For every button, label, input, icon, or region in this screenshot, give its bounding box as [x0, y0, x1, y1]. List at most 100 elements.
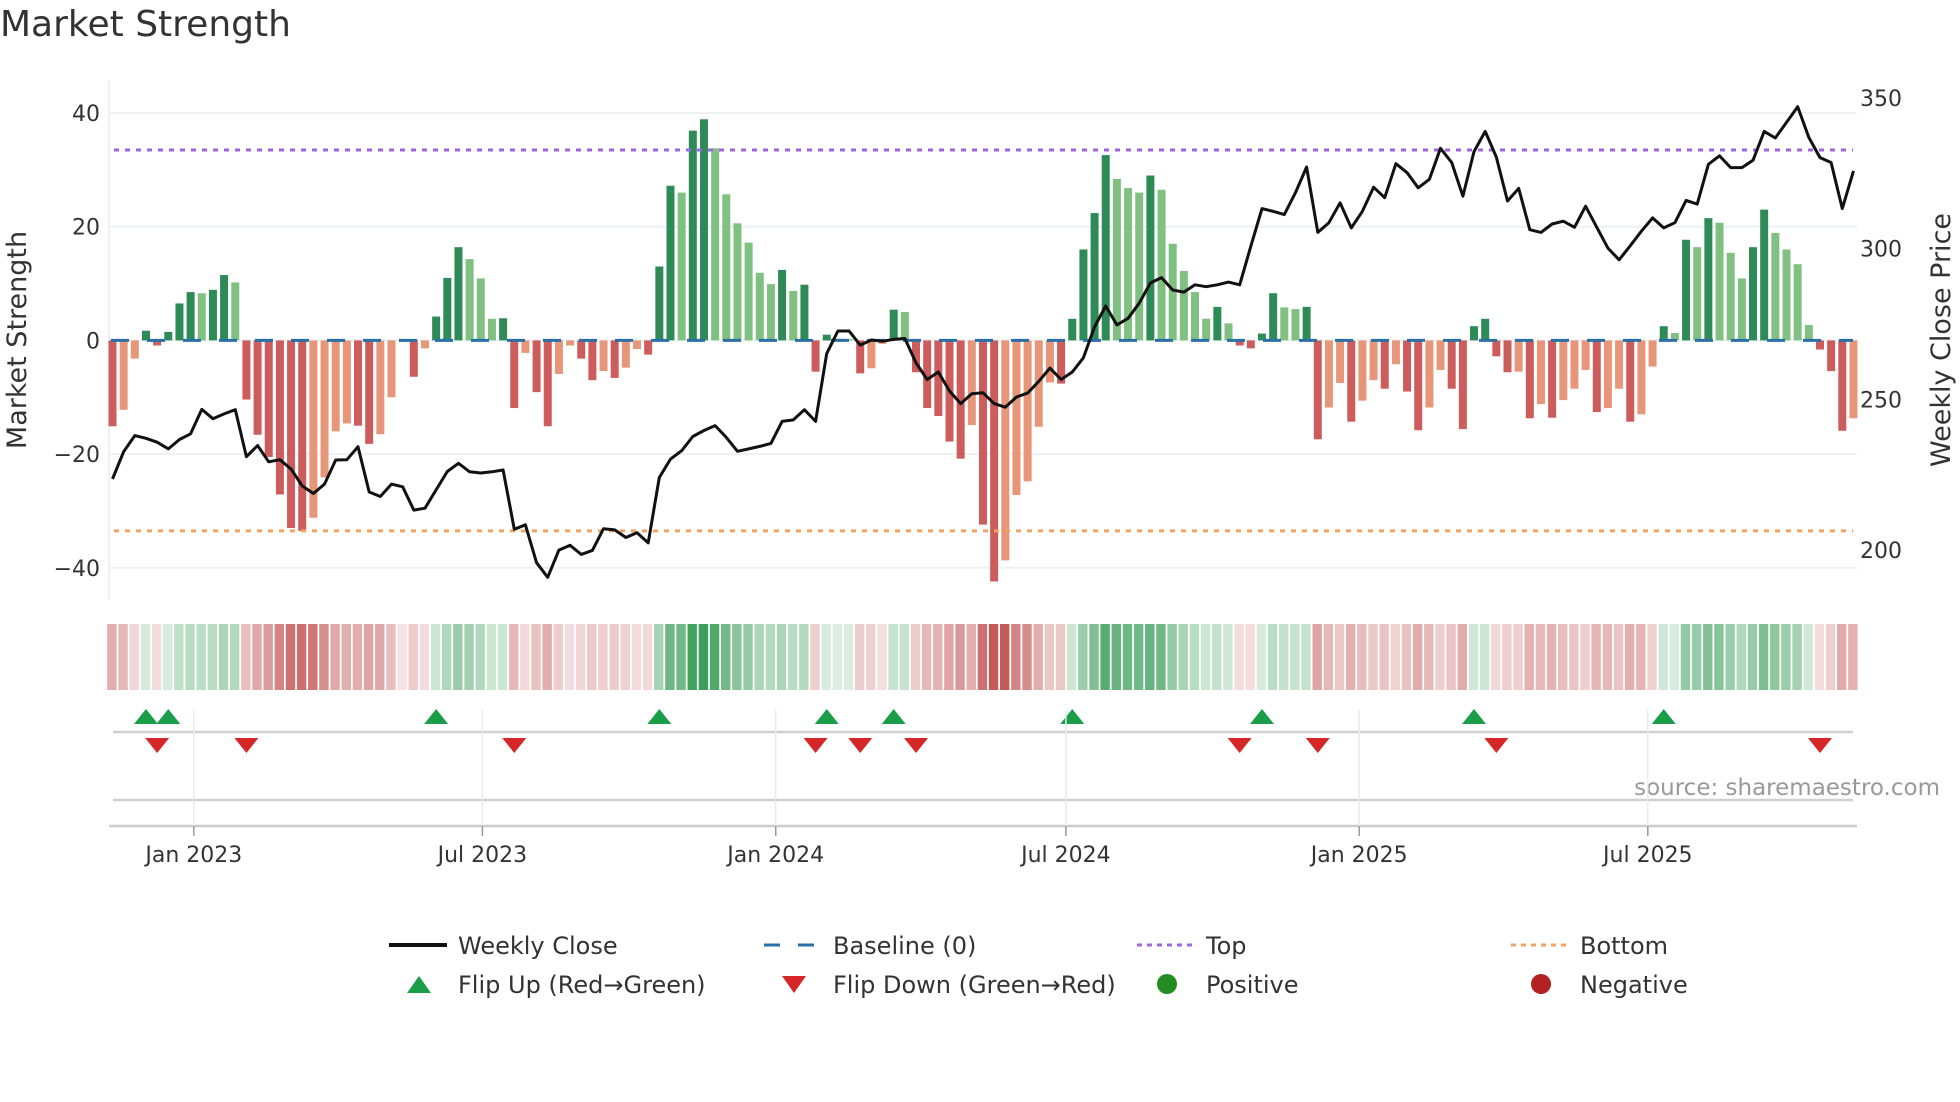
heat-cell — [1122, 624, 1133, 690]
strength-bar — [677, 192, 686, 341]
x-tick-label: Jul 2023 — [436, 843, 528, 868]
heat-cell — [988, 624, 999, 690]
heat-cell — [821, 624, 831, 690]
strength-bars — [108, 119, 1858, 582]
heat-cell — [1680, 624, 1691, 690]
strength-bar — [543, 340, 552, 427]
flip-up-marker — [814, 709, 839, 724]
flip-up-marker — [1060, 709, 1085, 724]
strength-bar — [990, 340, 999, 582]
heat-cell — [330, 624, 340, 690]
flip-down-marker — [848, 738, 873, 753]
heat-cell — [375, 624, 385, 690]
strength-bar — [766, 284, 775, 341]
market-strength-chart: −40 −20 0 20 40 200 250 300 350 Market Strength… — [2, 80, 1957, 999]
heat-cell — [1357, 624, 1367, 690]
heat-cell — [1424, 624, 1434, 690]
heat-cell — [910, 624, 921, 690]
strength-bar — [1146, 175, 1155, 341]
strength-bar — [220, 275, 229, 341]
strength-bar — [1324, 340, 1333, 408]
strength-bar — [1380, 340, 1389, 389]
heat-cell — [1479, 624, 1490, 690]
heat-cell — [587, 624, 597, 690]
heat-cell — [877, 624, 887, 690]
flip-down-marker — [1484, 738, 1509, 753]
strength-bar — [967, 340, 976, 426]
strength-bar — [1068, 318, 1077, 341]
strength-bar — [800, 284, 809, 341]
heat-cell — [140, 624, 151, 690]
strength-bar — [1246, 340, 1255, 349]
strength-bar — [454, 247, 463, 341]
strength-bar — [231, 282, 240, 341]
x-tick-label: Jan 2023 — [143, 843, 242, 868]
heat-cell — [1368, 624, 1378, 690]
strength-bar — [1470, 326, 1479, 341]
heat-cell — [687, 624, 697, 690]
heat-cell — [520, 624, 530, 690]
heat-cell — [163, 624, 173, 690]
strength-bar — [443, 277, 452, 341]
heat-cell — [1323, 624, 1334, 690]
strength-bar — [1827, 340, 1836, 372]
y-tick-label: 20 — [72, 216, 100, 241]
strength-bar — [365, 340, 374, 444]
strength-bar — [387, 340, 396, 398]
legend-item: Baseline (0) — [764, 932, 976, 960]
heat-cell — [430, 624, 441, 690]
heat-cell — [1848, 624, 1858, 690]
strength-bar — [1693, 247, 1702, 341]
strength-bar — [287, 340, 296, 529]
heat-cell — [341, 624, 351, 690]
legend-item: Negative — [1531, 971, 1688, 999]
strength-bar — [1414, 340, 1423, 431]
strength-bar — [1771, 232, 1780, 341]
strength-bar — [487, 318, 496, 341]
heat-cell — [810, 624, 820, 690]
heat-cell — [1825, 624, 1836, 690]
heat-cell — [1089, 624, 1099, 690]
heat-cell — [1747, 624, 1758, 690]
strength-bar — [1157, 189, 1166, 341]
strength-bar — [275, 340, 284, 495]
heat-cell — [1535, 624, 1546, 690]
heat-cell — [1334, 624, 1345, 690]
heat-cell — [1446, 624, 1456, 690]
heat-cell — [542, 624, 552, 690]
flip-down-marker — [803, 738, 828, 753]
heat-cell — [866, 624, 876, 690]
heat-cell — [229, 624, 240, 690]
strength-bar — [1536, 340, 1545, 405]
strength-bar — [1269, 293, 1278, 341]
strength-bar — [566, 340, 575, 346]
strength-bar — [1358, 340, 1367, 401]
heat-cell — [944, 624, 954, 690]
strength-bar — [1336, 340, 1345, 384]
strength-bar — [476, 278, 485, 341]
strength-bar — [577, 340, 586, 359]
x-tick-label: Jul 2024 — [1019, 843, 1111, 868]
y-tick-label: 0 — [86, 329, 100, 354]
heat-cell — [1178, 624, 1188, 690]
strength-bar — [733, 223, 742, 341]
strength-bar — [108, 340, 117, 427]
flip-up-marker — [881, 709, 906, 724]
triangle-up-icon — [407, 976, 431, 993]
heat-cell — [553, 624, 563, 690]
legend-label: Baseline (0) — [833, 932, 976, 960]
legend-item: Positive — [1157, 971, 1299, 999]
flip-down-marker — [234, 738, 259, 753]
heat-cell — [654, 624, 664, 690]
heat-cell — [832, 624, 842, 690]
heat-cell — [1546, 624, 1557, 690]
heat-cell — [1044, 624, 1055, 690]
heat-cell — [1245, 624, 1255, 690]
legend-label: Weekly Close — [458, 932, 618, 960]
heat-cell — [966, 624, 976, 690]
strength-bar — [1280, 307, 1289, 341]
strength-bar — [789, 290, 798, 341]
strength-bar — [1749, 247, 1758, 341]
strength-bar — [354, 340, 363, 426]
heat-cell — [1814, 624, 1825, 690]
